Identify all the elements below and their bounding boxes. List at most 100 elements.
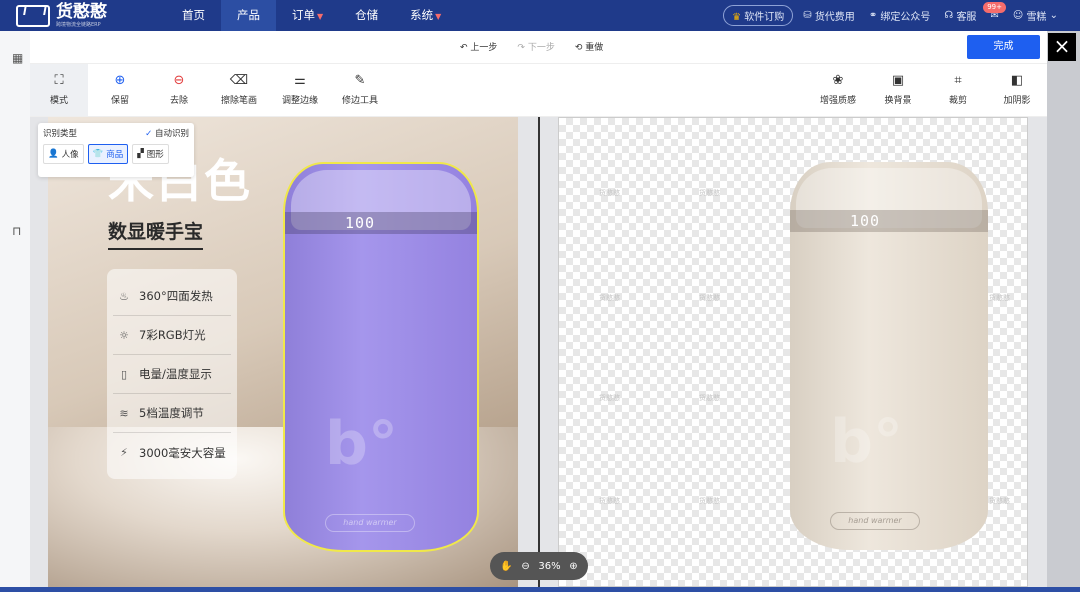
watermark: 货憨憨 [699, 189, 720, 197]
device-logo: b° [325, 409, 398, 479]
tool-label: 加阴影 [1003, 96, 1031, 106]
change-background-tool[interactable]: ▣ 换背景 [880, 64, 916, 116]
remove-tool[interactable]: ⊖ 去除 [159, 64, 199, 116]
enhance-tool[interactable]: ❀ 增强质感 [816, 64, 860, 116]
nav-item-products[interactable]: 产品 [221, 0, 276, 31]
zoom-level: 36% [538, 560, 561, 572]
watermark: 货憨憨 [699, 394, 720, 402]
background-icon: ▣ [891, 73, 905, 88]
tool-label: 调整边缘 [281, 96, 318, 106]
brand-name: 货憨憨 [56, 1, 107, 22]
watermark: 货憨憨 [599, 394, 620, 402]
redo-icon: ↷ [517, 43, 528, 53]
selected-product-mask: 100 b° hand warmer [283, 162, 479, 552]
buy-software-button[interactable]: ♛ 软件订购 [723, 5, 794, 26]
eraser-tool[interactable]: ⌫ 擦除笔画 [216, 64, 262, 116]
bind-wechat-link[interactable]: ⚭ 绑定公众号 [869, 8, 931, 23]
display-icon: ▯ [120, 367, 128, 381]
hand-icon[interactable]: ✋ [500, 561, 512, 572]
dropdown-icon: ▼ [435, 12, 442, 21]
auto-identify-checkbox[interactable]: ✓ 自动识别 [145, 127, 189, 139]
type-label: 商品 [106, 150, 124, 160]
device-display: 100 [345, 214, 376, 232]
tool-label: 换背景 [884, 96, 912, 106]
plus-circle-icon: ⊕ [114, 73, 126, 88]
shapes-icon: ▞ [137, 149, 144, 159]
identify-type-panel: 识别类型 ✓ 自动识别 👤 人像 👕 商品 ▞ 图形 [38, 123, 194, 177]
reset-button[interactable]: ⟲ 重做 [575, 40, 603, 53]
device-text: hand warmer [830, 512, 920, 530]
nav-item-home[interactable]: 首页 [166, 0, 221, 31]
message-badge: 99+ [983, 2, 1006, 13]
redo-label: 下一步 [527, 43, 555, 53]
bag-icon[interactable]: ⊓ [12, 224, 21, 238]
redo-button[interactable]: ↷ 下一步 [517, 40, 554, 53]
original-image[interactable]: 米白色 数显暖手宝 ♨ 360°四面发热 ☼ 7彩RGB灯光 ▯ 电量/温度显示 ≋ 5… [48, 117, 518, 587]
trim-tool[interactable]: ✎ 修边工具 [338, 64, 382, 116]
compare-divider[interactable] [538, 117, 540, 587]
reset-icon: ⟲ [574, 43, 586, 53]
brand-logo[interactable]: 货憨憨 跨境物流全链路ERP [16, 1, 166, 28]
device-band [285, 212, 477, 234]
feature-text: 3000毫安大容量 [139, 445, 226, 460]
grid-icon[interactable]: ▦ [12, 51, 23, 65]
box-logo-icon [16, 4, 50, 27]
add-shadow-tool[interactable]: ◧ 加阴影 [1000, 64, 1034, 116]
type-label: 人像 [61, 150, 79, 160]
type-portrait-button[interactable]: 👤 人像 [43, 144, 84, 164]
tool-label: 保留 [110, 96, 129, 106]
shadow-icon: ◧ [1010, 73, 1024, 88]
watermark: 货憨憨 [699, 294, 720, 302]
customer-service-link[interactable]: ☊ 客服 [944, 8, 976, 23]
tool-label: 增强质感 [819, 96, 856, 106]
main-nav: 首页 产品 订单 ▼ 仓储 系统 ▼ [166, 0, 457, 31]
feature-item: ☼ 7彩RGB灯光 [113, 316, 231, 355]
bulb-icon: ☼ [119, 328, 129, 342]
zoom-in-icon[interactable]: ⊕ [569, 561, 577, 572]
feature-text: 电量/温度显示 [139, 367, 212, 381]
type-product-button[interactable]: 👕 商品 [87, 144, 129, 164]
dropdown-icon: ▼ [317, 12, 324, 21]
user-menu[interactable]: ☺ 雪糕 ⌄ [1013, 8, 1058, 23]
fees-label: 货代费用 [814, 12, 855, 23]
editor-toolbar: ⛶ 模式 ⊕ 保留 ⊖ 去除 ⌫ 擦除笔画 ⚌ 调整边缘 ✎ 修边工具 ❀ 增强… [30, 64, 1047, 117]
nav-label: 首页 [182, 8, 205, 22]
fees-link[interactable]: ⛁ 货代费用 [803, 8, 855, 23]
enhance-icon: ❀ [832, 73, 844, 88]
feature-item: ≋ 5档温度调节 [113, 394, 231, 433]
crop-tool[interactable]: ⌗ 裁剪 [944, 64, 972, 116]
person-icon: 👤 [48, 149, 59, 159]
left-rail: ▦ ⊓ [0, 31, 30, 592]
device-display: 100 [850, 212, 881, 230]
device-band [790, 210, 988, 232]
auto-label: 自动识别 [154, 129, 189, 139]
feature-text: 7彩RGB灯光 [139, 328, 206, 342]
user-name: 雪糕 [1026, 12, 1047, 23]
done-button[interactable]: 完成 [967, 35, 1040, 59]
close-button[interactable]: × [1048, 33, 1076, 61]
tool-label: 裁剪 [948, 96, 967, 106]
adjust-edge-tool[interactable]: ⚌ 调整边缘 [278, 64, 322, 116]
watermark: 货憨憨 [599, 497, 620, 505]
type-label: 图形 [146, 150, 164, 160]
feature-item: ♨ 360°四面发热 [113, 277, 231, 316]
watermark: 货憨憨 [989, 294, 1010, 302]
device-text: hand warmer [325, 514, 415, 532]
nav-item-warehouse[interactable]: 仓储 [339, 0, 394, 31]
watermark: 货憨憨 [599, 294, 620, 302]
nav-item-orders[interactable]: 订单 ▼ [276, 0, 339, 31]
device-logo: b° [830, 407, 903, 477]
mode-tool[interactable]: ⛶ 模式 [30, 64, 88, 116]
keep-tool[interactable]: ⊕ 保留 [100, 64, 140, 116]
type-graphic-button[interactable]: ▞ 图形 [132, 144, 169, 164]
eraser-icon: ⌫ [229, 73, 249, 88]
feature-text: 360°四面发热 [139, 289, 213, 303]
zoom-out-icon[interactable]: ⊖ [521, 561, 529, 572]
top-navbar: 货憨憨 跨境物流全链路ERP 首页 产品 订单 ▼ 仓储 系统 ▼ ♛ 软件订购 ⛁… [0, 0, 1080, 31]
nav-item-system[interactable]: 系统 ▼ [394, 0, 457, 31]
shirt-icon: 👕 [92, 149, 104, 159]
undo-button[interactable]: ↶ 上一步 [460, 40, 497, 53]
zoom-controls: ✋ ⊖ 36% ⊕ [490, 552, 588, 580]
history-controls: ↶ 上一步 ↷ 下一步 ⟲ 重做 [460, 40, 603, 53]
tool-label: 模式 [49, 96, 68, 106]
